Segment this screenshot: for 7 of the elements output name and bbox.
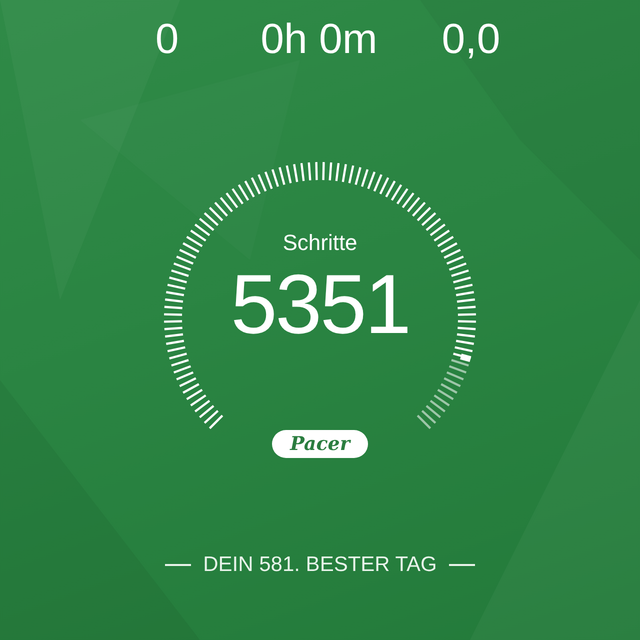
- stat-value: 0: [154, 14, 180, 64]
- steps-count: 5351: [230, 256, 410, 352]
- steps-label: Schritte: [282, 230, 358, 256]
- best-day-text: DEIN 581. BESTER TAG: [203, 552, 437, 578]
- stat-value: 0,0: [440, 14, 502, 64]
- stat-value: 0h 0m: [260, 14, 378, 64]
- pacer-logo: Pacer: [272, 430, 368, 458]
